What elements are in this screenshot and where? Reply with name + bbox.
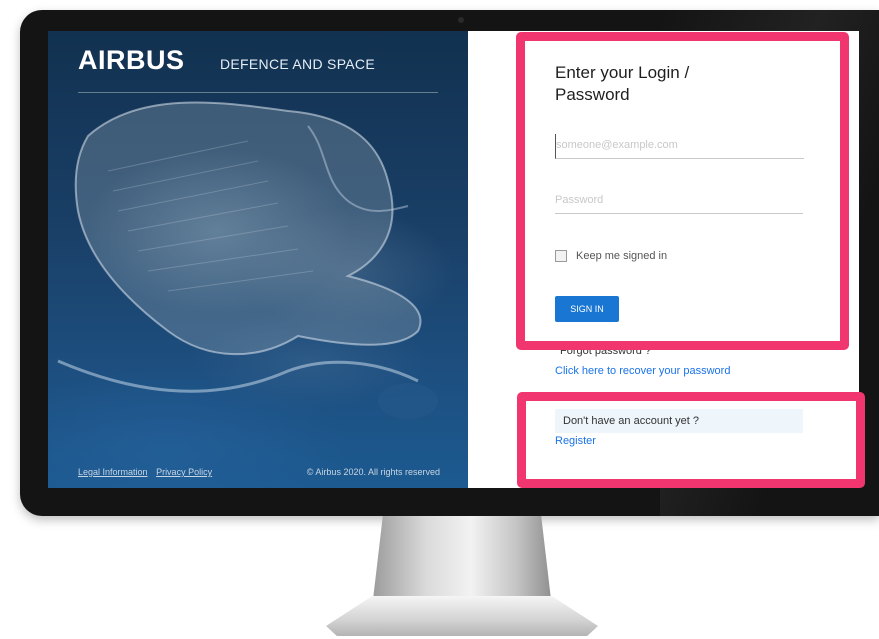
monitor-stand-neck bbox=[372, 516, 552, 608]
keep-signed-in-checkbox[interactable] bbox=[555, 250, 567, 262]
screen: AIRBUS DEFENCE AND SPACE Legal Informati… bbox=[48, 31, 859, 488]
no-account-banner: Don't have an account yet ? bbox=[555, 409, 803, 433]
password-field bbox=[555, 189, 803, 214]
keep-signed-in-label: Keep me signed in bbox=[576, 250, 668, 262]
login-title: Enter your Login / Password bbox=[555, 63, 690, 104]
login-panel: Enter your Login / Password Keep me sign… bbox=[468, 31, 859, 488]
divider bbox=[78, 92, 438, 93]
legal-links: Legal Information Privacy Policy bbox=[78, 467, 218, 477]
forgot-password-label: Forgot password ? bbox=[560, 345, 652, 357]
webcam bbox=[458, 17, 464, 23]
recover-password-link[interactable]: Click here to recover your password bbox=[555, 365, 730, 377]
register-link[interactable]: Register bbox=[555, 435, 596, 447]
privacy-policy-link[interactable]: Privacy Policy bbox=[156, 467, 212, 477]
sign-in-button[interactable]: SIGN IN bbox=[555, 296, 619, 322]
legal-information-link[interactable]: Legal Information bbox=[78, 467, 148, 477]
email-input[interactable] bbox=[556, 134, 804, 156]
copyright-text: © Airbus 2020. All rights reserved bbox=[306, 467, 440, 477]
keep-signed-in-row[interactable]: Keep me signed in bbox=[555, 250, 667, 262]
satellite-hero: AIRBUS DEFENCE AND SPACE Legal Informati… bbox=[48, 31, 468, 488]
email-field bbox=[555, 134, 804, 159]
brand-subtitle: DEFENCE AND SPACE bbox=[220, 56, 375, 72]
monitor-stand-base bbox=[326, 596, 598, 636]
password-input[interactable] bbox=[555, 189, 803, 211]
satellite-image bbox=[57, 101, 438, 419]
no-account-text: Don't have an account yet ? bbox=[563, 415, 700, 427]
airbus-logo: AIRBUS bbox=[78, 45, 185, 75]
